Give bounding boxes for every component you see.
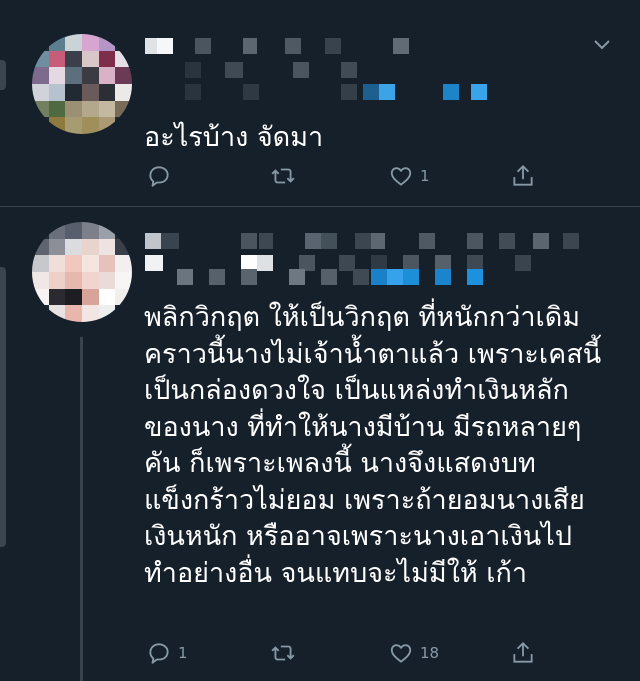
like-count: 18 xyxy=(420,644,440,662)
retweet-button[interactable] xyxy=(270,158,302,194)
reply-count: 1 xyxy=(178,644,188,662)
like-count: 1 xyxy=(420,167,430,185)
retweet-icon xyxy=(271,645,295,661)
avatar[interactable] xyxy=(32,222,132,322)
reply-icon xyxy=(149,166,169,187)
like-button[interactable]: 1 xyxy=(388,158,430,194)
chevron-down-icon[interactable] xyxy=(592,38,612,52)
display-name[interactable] xyxy=(145,38,425,54)
reply-to-link[interactable] xyxy=(145,84,505,100)
retweet-icon xyxy=(271,168,295,184)
thread-line xyxy=(80,337,83,681)
share-button[interactable] xyxy=(510,158,536,194)
tweet-actions: 1 18 xyxy=(140,635,560,671)
share-icon xyxy=(513,164,533,186)
tweet-actions: 1 xyxy=(140,158,560,194)
tweet-text: พลิกวิกฤต ให้เป็นวิกฤต ที่หนักกว่าเดิม ค… xyxy=(144,302,602,589)
tweet-text: อะไรบ้าง จัดมา xyxy=(144,122,324,153)
like-icon xyxy=(390,167,412,186)
reply-to-link[interactable] xyxy=(145,269,585,285)
like-icon xyxy=(390,644,412,663)
username-handle xyxy=(145,62,505,78)
share-button[interactable] xyxy=(510,635,536,671)
scroll-edge xyxy=(0,267,6,547)
tweet[interactable]: อะไรบ้าง จัดมา 1 xyxy=(0,0,640,206)
timeline: อะไรบ้าง จัดมา 1 พลิกวิกฤต ให้เป็นวิกฤต … xyxy=(0,0,640,681)
scroll-edge xyxy=(0,60,6,90)
share-icon xyxy=(513,641,533,663)
like-button[interactable]: 18 xyxy=(388,635,439,671)
avatar[interactable] xyxy=(32,34,132,134)
reply-icon xyxy=(149,643,169,664)
reply-button[interactable] xyxy=(146,158,178,194)
reply-button[interactable]: 1 xyxy=(146,635,188,671)
retweet-button[interactable] xyxy=(270,635,302,671)
tweet[interactable]: พลิกวิกฤต ให้เป็นวิกฤต ที่หนักกว่าเดิม ค… xyxy=(0,207,640,681)
display-name[interactable] xyxy=(145,233,585,249)
